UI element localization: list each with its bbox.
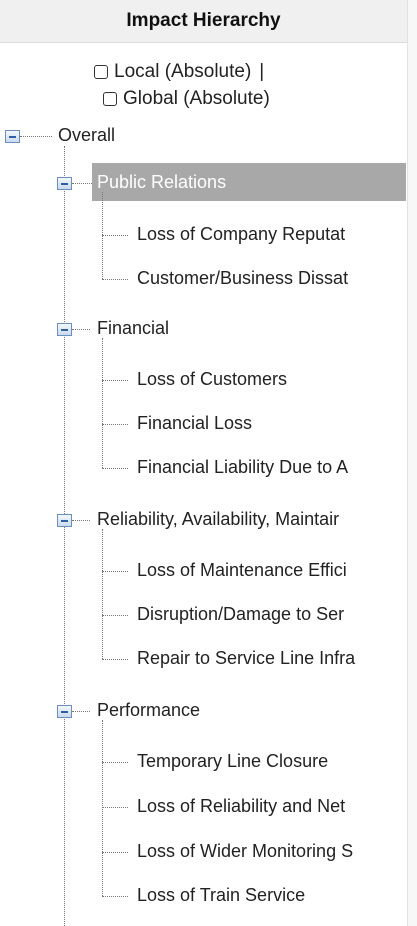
global-absolute-option[interactable]: Global (Absolute) [103, 88, 270, 110]
global-absolute-checkbox[interactable] [103, 92, 117, 106]
local-absolute-label: Local (Absolute) [114, 61, 252, 82]
tree-leaf[interactable]: Loss of Maintenance Effici [137, 560, 347, 581]
tree-connector [102, 468, 128, 469]
tree-connector [102, 279, 128, 280]
tree-connector-group [102, 529, 103, 659]
tree-connector [102, 571, 128, 572]
collapse-toggle-icon[interactable] [57, 323, 72, 336]
tree-connector [72, 711, 90, 712]
tree-connector [20, 136, 52, 137]
tree-connector [72, 183, 92, 184]
tree-node-public-relations[interactable]: Public Relations [97, 172, 226, 193]
tree-connector [102, 659, 128, 660]
tree-leaf[interactable]: Financial Liability Due to A [137, 457, 348, 478]
tree-node-reliability[interactable]: Reliability, Availability, Maintair [97, 509, 339, 530]
tree-leaf[interactable]: Loss of Customers [137, 369, 287, 390]
tree-leaf[interactable]: Financial Loss [137, 413, 252, 434]
tree-node-overall[interactable]: Overall [58, 125, 115, 146]
tree-connector [102, 852, 128, 853]
tree-connector [102, 235, 128, 236]
panel-title: Impact Hierarchy [126, 10, 281, 31]
tree-connector [102, 896, 128, 897]
panel-header: Impact Hierarchy [0, 0, 407, 43]
tree-connector [102, 424, 128, 425]
tree-connector [102, 762, 128, 763]
tree-leaf[interactable]: Customer/Business Dissat [137, 268, 348, 289]
tree-leaf[interactable]: Temporary Line Closure [137, 751, 328, 772]
tree-connector-root [64, 146, 65, 926]
tree-connector-group [102, 720, 103, 896]
vertical-scrollbar[interactable] [407, 0, 417, 926]
tree-leaf[interactable]: Loss of Reliability and Net [137, 796, 345, 817]
tree-leaf[interactable]: Loss of Wider Monitoring S [137, 841, 353, 862]
tree-leaf[interactable]: Disruption/Damage to Ser [137, 604, 344, 625]
impact-tree: Overall Public Relations Loss of Company… [0, 110, 407, 926]
tree-connector [102, 807, 128, 808]
tree-connector [72, 520, 90, 521]
tree-leaf[interactable]: Loss of Train Service [137, 885, 305, 906]
collapse-toggle-icon[interactable] [57, 177, 72, 190]
local-absolute-checkbox[interactable] [94, 65, 108, 79]
global-absolute-label: Global (Absolute) [123, 88, 270, 109]
collapse-toggle-icon[interactable] [57, 514, 72, 527]
tree-connector [72, 329, 90, 330]
tree-leaf[interactable]: Repair to Service Line Infra [137, 648, 355, 669]
tree-connector [102, 380, 128, 381]
collapse-toggle-icon[interactable] [57, 705, 72, 718]
tree-leaf[interactable]: Loss of Company Reputat [137, 224, 345, 245]
local-absolute-option[interactable]: Local (Absolute) | [94, 61, 264, 83]
tree-node-financial[interactable]: Financial [97, 318, 169, 339]
collapse-toggle-icon[interactable] [5, 130, 20, 143]
option-separator: | [259, 61, 265, 82]
tree-connector [102, 615, 128, 616]
tree-connector-group [102, 338, 103, 468]
tree-node-performance[interactable]: Performance [97, 700, 200, 721]
